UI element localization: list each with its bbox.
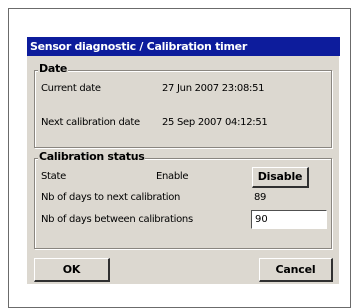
dialog-title-bar: Sensor diagnostic / Calibration timer xyxy=(27,37,340,56)
calibration-status-legend: Calibration status xyxy=(38,150,146,163)
current-date-label: Current date xyxy=(41,83,101,94)
days-to-next-calibration-label: Nb of days to next calibration xyxy=(41,192,181,203)
calibration-status-group: Calibration status State Enable Disable … xyxy=(34,150,332,249)
state-value: Enable xyxy=(156,171,189,182)
date-group: Date Current date 27 Jun 2007 23:08:51 N… xyxy=(34,62,332,148)
ok-button[interactable]: OK xyxy=(34,258,110,282)
days-between-calibrations-label: Nb of days between calibrations xyxy=(41,214,193,225)
date-group-legend: Date xyxy=(38,62,69,75)
days-between-calibrations-input[interactable]: 90 xyxy=(251,210,327,229)
days-to-next-calibration-value: 89 xyxy=(254,192,267,203)
calibration-timer-dialog: Sensor diagnostic / Calibration timer Da… xyxy=(26,36,340,284)
current-date-value: 27 Jun 2007 23:08:51 xyxy=(162,83,265,94)
next-calibration-date-label: Next calibration date xyxy=(41,117,140,128)
state-label: State xyxy=(41,171,66,182)
cancel-button[interactable]: Cancel xyxy=(259,258,333,282)
next-calibration-date-value: 25 Sep 2007 04:12:51 xyxy=(162,117,268,128)
disable-button[interactable]: Disable xyxy=(252,167,309,188)
